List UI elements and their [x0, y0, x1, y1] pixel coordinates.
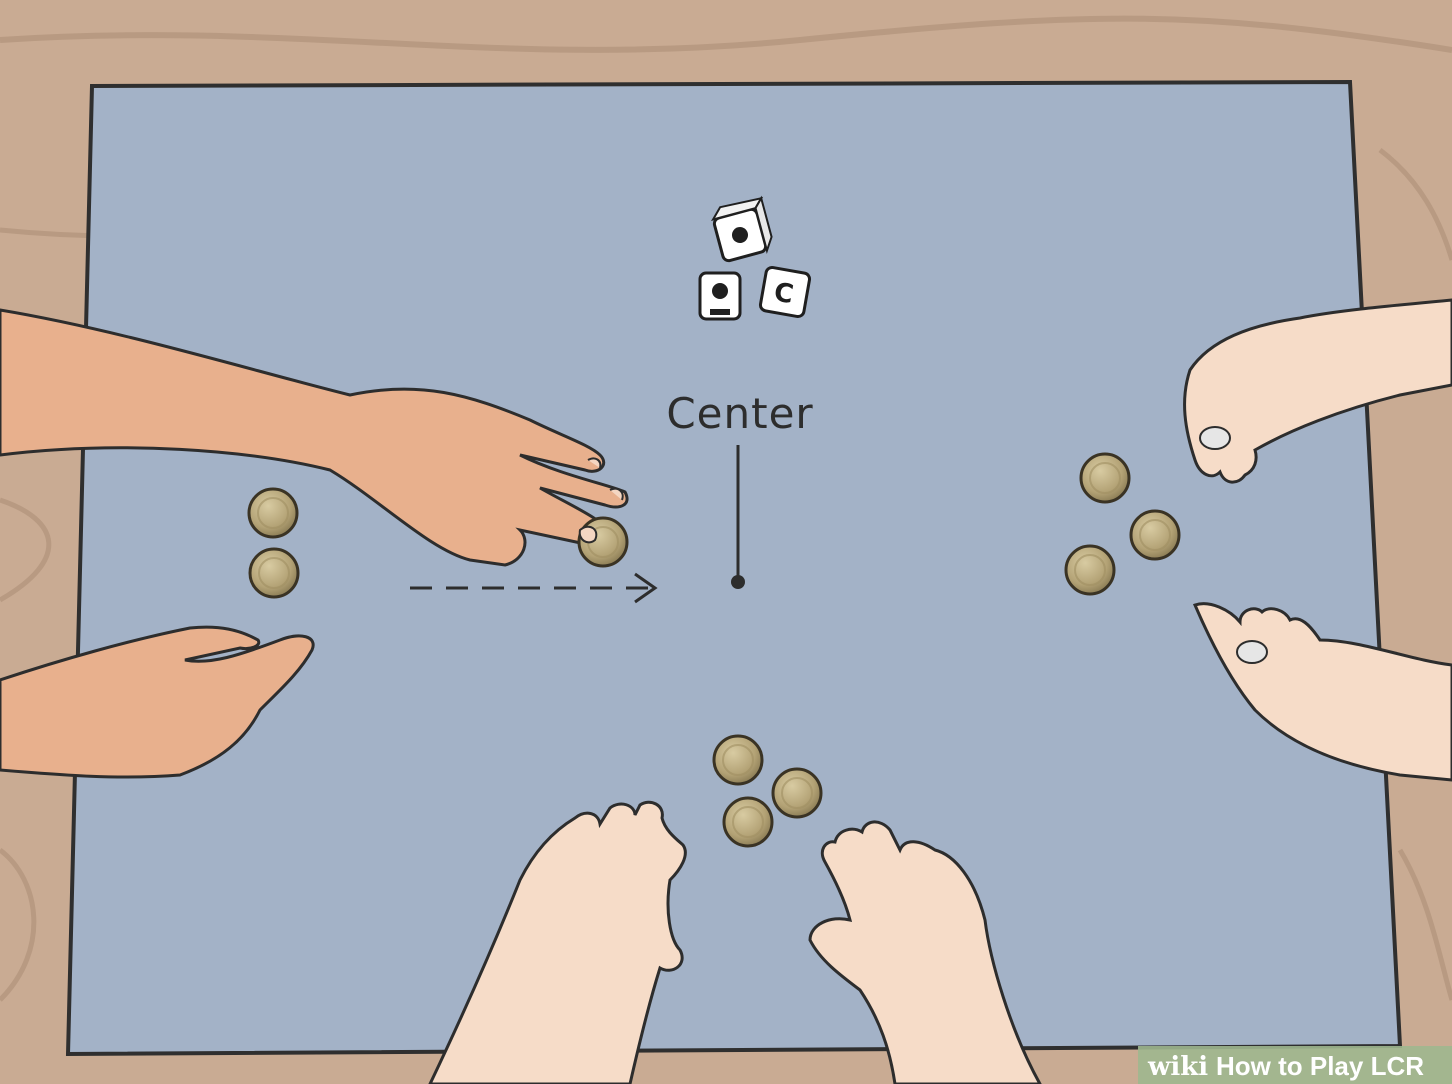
watermark: wiki How to Play LCR [1138, 1046, 1452, 1084]
center-pointer-dot [731, 575, 745, 589]
die-bottom-right: C [758, 265, 812, 319]
watermark-title: How to Play LCR [1216, 1051, 1424, 1081]
lcr-illustration: C Center wiki How to Play LCR [0, 0, 1452, 1084]
left-hand-fingertip [578, 525, 598, 544]
center-label: Center [666, 389, 813, 438]
watermark-brand: wiki [1147, 1052, 1208, 1082]
die-bottom-left [698, 271, 742, 321]
